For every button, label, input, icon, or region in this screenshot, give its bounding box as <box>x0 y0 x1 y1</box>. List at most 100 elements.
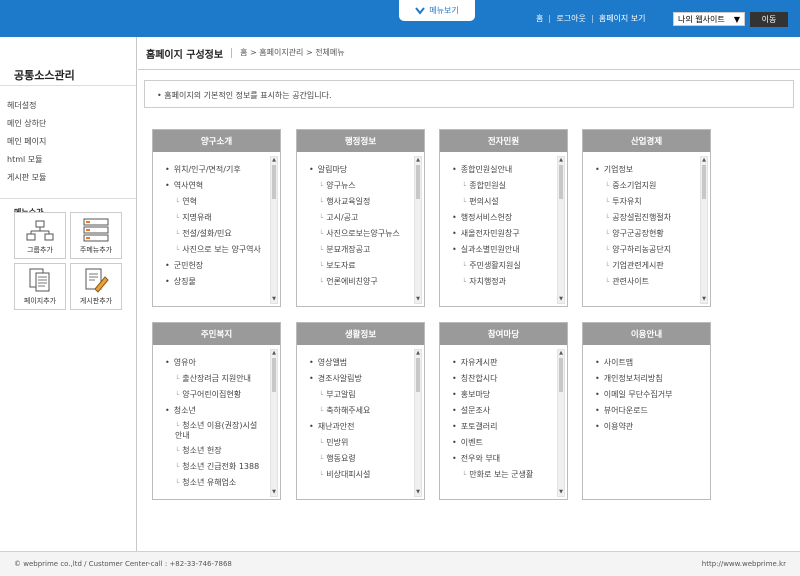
menu-item[interactable]: 청소년 <box>165 405 266 421</box>
menu-item[interactable]: 영상앨범 <box>309 357 410 373</box>
add-board-button[interactable]: 게시판추가 <box>70 263 122 310</box>
menu-item[interactable]: 행사교육일정 <box>309 196 410 212</box>
menu-item[interactable]: 지명유래 <box>165 212 266 228</box>
scroll-down-icon[interactable]: ▼ <box>271 489 277 496</box>
menu-box-title[interactable]: 산업경제 <box>583 130 710 152</box>
menu-item[interactable]: 사진으로 보는 양구역사 <box>165 244 266 260</box>
menu-item[interactable]: 연혁 <box>165 196 266 212</box>
add-group-button[interactable]: 그룹추가 <box>14 212 66 259</box>
menu-item[interactable]: 편의시설 <box>452 196 553 212</box>
menu-item[interactable]: 이벤트 <box>452 437 553 453</box>
scroll-up-icon[interactable]: ▲ <box>415 157 421 164</box>
menu-item[interactable]: 고시/공고 <box>309 212 410 228</box>
menu-item[interactable]: 실과소별민원안내 <box>452 244 553 260</box>
scroll-up-icon[interactable]: ▲ <box>701 157 707 164</box>
menu-item[interactable]: 행동요령 <box>309 453 410 469</box>
menu-box-title[interactable]: 이용안내 <box>583 323 710 345</box>
scroll-up-icon[interactable]: ▲ <box>271 350 277 357</box>
menu-item[interactable]: 상징물 <box>165 276 266 292</box>
scrollbar[interactable]: ▲ ▼ <box>700 156 708 304</box>
menu-item[interactable]: 청소년 유해업소 <box>165 477 266 493</box>
scrollbar[interactable]: ▲ ▼ <box>270 156 278 304</box>
menu-item[interactable]: 출산장려금 지원안내 <box>165 373 266 389</box>
scroll-down-icon[interactable]: ▼ <box>701 296 707 303</box>
go-button[interactable]: 이동 <box>750 12 788 27</box>
sidebar-item-header[interactable]: 헤더설정 <box>7 100 136 118</box>
scroll-down-icon[interactable]: ▼ <box>271 296 277 303</box>
sidebar-item-main-page[interactable]: 메인 페이지 <box>7 136 136 154</box>
menu-item[interactable]: 알림마당 <box>309 164 410 180</box>
menu-item[interactable]: 사이트맵 <box>595 357 696 373</box>
menu-item[interactable]: 주민생활지원실 <box>452 260 553 276</box>
menu-item[interactable]: 기업관련게시판 <box>595 260 696 276</box>
scroll-thumb[interactable] <box>272 358 276 392</box>
menu-box-title[interactable]: 주민복지 <box>153 323 280 345</box>
menu-box-title[interactable]: 생활정보 <box>297 323 424 345</box>
home-link[interactable]: 홈 <box>536 13 543 24</box>
menu-item[interactable]: 양구뉴스 <box>309 180 410 196</box>
menu-item[interactable]: 축하해주세요 <box>309 405 410 421</box>
menu-item[interactable]: 양구어린이집현황 <box>165 389 266 405</box>
menu-box-title[interactable]: 참여마당 <box>440 323 567 345</box>
menu-item[interactable]: 공장설립진행절차 <box>595 212 696 228</box>
menu-item[interactable]: 양구군공장현황 <box>595 228 696 244</box>
scroll-up-icon[interactable]: ▲ <box>271 157 277 164</box>
menu-item[interactable]: 양구하리농공단지 <box>595 244 696 260</box>
scroll-up-icon[interactable]: ▲ <box>415 350 421 357</box>
menu-box-title[interactable]: 전자민원 <box>440 130 567 152</box>
scroll-thumb[interactable] <box>559 165 563 199</box>
sidebar-item-html-module[interactable]: html 모듈 <box>7 154 136 172</box>
menu-item[interactable]: 전우와 부대 <box>452 453 553 469</box>
menu-item[interactable]: 이메일 무단수집거부 <box>595 389 696 405</box>
scrollbar[interactable]: ▲ ▼ <box>414 156 422 304</box>
menu-item[interactable]: 청소년 긴급전화 1388 <box>165 461 266 477</box>
scrollbar[interactable]: ▲ ▼ <box>270 349 278 497</box>
menu-item[interactable]: 행정서비스헌장 <box>452 212 553 228</box>
menu-item[interactable]: 언론에비친양구 <box>309 276 410 292</box>
sidebar-item-main-top-bottom[interactable]: 메인 상하단 <box>7 118 136 136</box>
menu-item[interactable]: 자치행정과 <box>452 276 553 292</box>
menu-item[interactable]: 위치/인구/면적/기후 <box>165 164 266 180</box>
add-page-button[interactable]: 페이지추가 <box>14 263 66 310</box>
scroll-thumb[interactable] <box>416 358 420 392</box>
menu-item[interactable]: 중소기업지원 <box>595 180 696 196</box>
view-homepage-link[interactable]: 홈페이지 보기 <box>599 13 646 24</box>
menu-item[interactable]: 민방위 <box>309 437 410 453</box>
menu-item[interactable]: 군민헌장 <box>165 260 266 276</box>
scroll-down-icon[interactable]: ▼ <box>558 489 564 496</box>
menu-item[interactable]: 사진으로보는양구뉴스 <box>309 228 410 244</box>
scrollbar[interactable]: ▲ ▼ <box>414 349 422 497</box>
menu-item[interactable]: 전설/설화/민요 <box>165 228 266 244</box>
scroll-up-icon[interactable]: ▲ <box>558 157 564 164</box>
sidebar-item-board-module[interactable]: 게시판 모듈 <box>7 172 136 190</box>
scroll-down-icon[interactable]: ▼ <box>415 296 421 303</box>
menu-item[interactable]: 이용약관 <box>595 421 696 437</box>
menu-item[interactable]: 종합민원실안내 <box>452 164 553 180</box>
menu-item[interactable]: 뷰어다운로드 <box>595 405 696 421</box>
scroll-up-icon[interactable]: ▲ <box>558 350 564 357</box>
menu-box-title[interactable]: 양구소개 <box>153 130 280 152</box>
menu-item[interactable]: 투자유치 <box>595 196 696 212</box>
logout-link[interactable]: 로그아웃 <box>556 13 585 24</box>
site-select[interactable]: 나의 웹사이트 ▼ <box>673 12 745 26</box>
scroll-thumb[interactable] <box>272 165 276 199</box>
menu-item[interactable]: 보도자료 <box>309 260 410 276</box>
menu-item[interactable]: 비상대피시설 <box>309 469 410 485</box>
menu-view-button[interactable]: 메뉴보기 <box>399 0 475 21</box>
menu-item[interactable]: 개인정보처리방침 <box>595 373 696 389</box>
menu-item[interactable]: 포토갤러리 <box>452 421 553 437</box>
menu-item[interactable]: 기업정보 <box>595 164 696 180</box>
menu-item[interactable]: 역사연혁 <box>165 180 266 196</box>
menu-item[interactable]: 청소년 헌장 <box>165 445 266 461</box>
menu-item[interactable]: 부고알림 <box>309 389 410 405</box>
menu-item[interactable]: 만화로 보는 군생활 <box>452 469 553 485</box>
menu-item[interactable]: 영유아 <box>165 357 266 373</box>
menu-item[interactable]: 칭찬합시다 <box>452 373 553 389</box>
footer-url[interactable]: http://www.webprime.kr <box>702 560 786 568</box>
menu-item[interactable]: 설문조사 <box>452 405 553 421</box>
menu-item[interactable]: 관련사이트 <box>595 276 696 292</box>
scrollbar[interactable]: ▲ ▼ <box>557 156 565 304</box>
add-main-menu-button[interactable]: 주메뉴추가 <box>70 212 122 259</box>
menu-item[interactable]: 재난과안전 <box>309 421 410 437</box>
menu-item[interactable]: 새올전자민원창구 <box>452 228 553 244</box>
